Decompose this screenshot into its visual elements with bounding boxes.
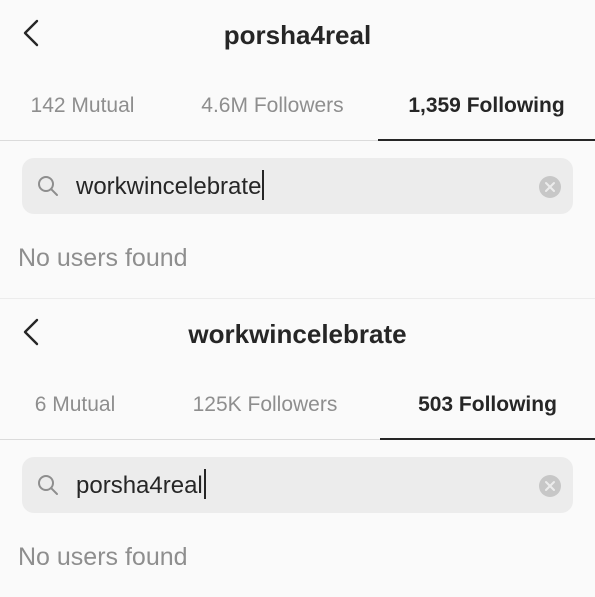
profile-following-panel: porsha4real 142 Mutual 4.6M Followers 1,… [0, 0, 595, 298]
no-results-message: No users found [18, 543, 188, 571]
no-results-message: No users found [18, 244, 188, 272]
clear-circle-icon[interactable] [539, 176, 561, 198]
profile-following-panel: workwincelebrate 6 Mutual 125K Followers… [0, 298, 595, 597]
tab-mutual[interactable]: 6 Mutual [0, 377, 150, 439]
tab-following[interactable]: 1,359 Following [378, 78, 595, 141]
search-icon [38, 176, 58, 196]
text-cursor [203, 469, 206, 499]
search-icon [38, 475, 58, 495]
clear-circle-icon[interactable] [539, 475, 561, 497]
search-field[interactable]: workwincelebrate [22, 158, 573, 214]
tab-followers[interactable]: 4.6M Followers [175, 78, 370, 140]
follow-tabs: 6 Mutual 125K Followers 503 Following [0, 377, 595, 440]
profile-username-title: workwincelebrate [188, 319, 407, 349]
tab-followers[interactable]: 125K Followers [165, 377, 365, 439]
tab-mutual[interactable]: 142 Mutual [10, 78, 155, 140]
search-field[interactable]: porsha4real [22, 457, 573, 513]
search-input-value: workwincelebrate [76, 173, 262, 200]
tab-following[interactable]: 503 Following [380, 377, 595, 440]
text-cursor [262, 170, 265, 200]
search-input-value: porsha4real [76, 472, 203, 499]
search-input[interactable]: workwincelebrate [76, 170, 265, 203]
profile-username-title: porsha4real [223, 20, 372, 50]
search-input[interactable]: porsha4real [76, 469, 206, 502]
follow-tabs: 142 Mutual 4.6M Followers 1,359 Followin… [0, 78, 595, 141]
